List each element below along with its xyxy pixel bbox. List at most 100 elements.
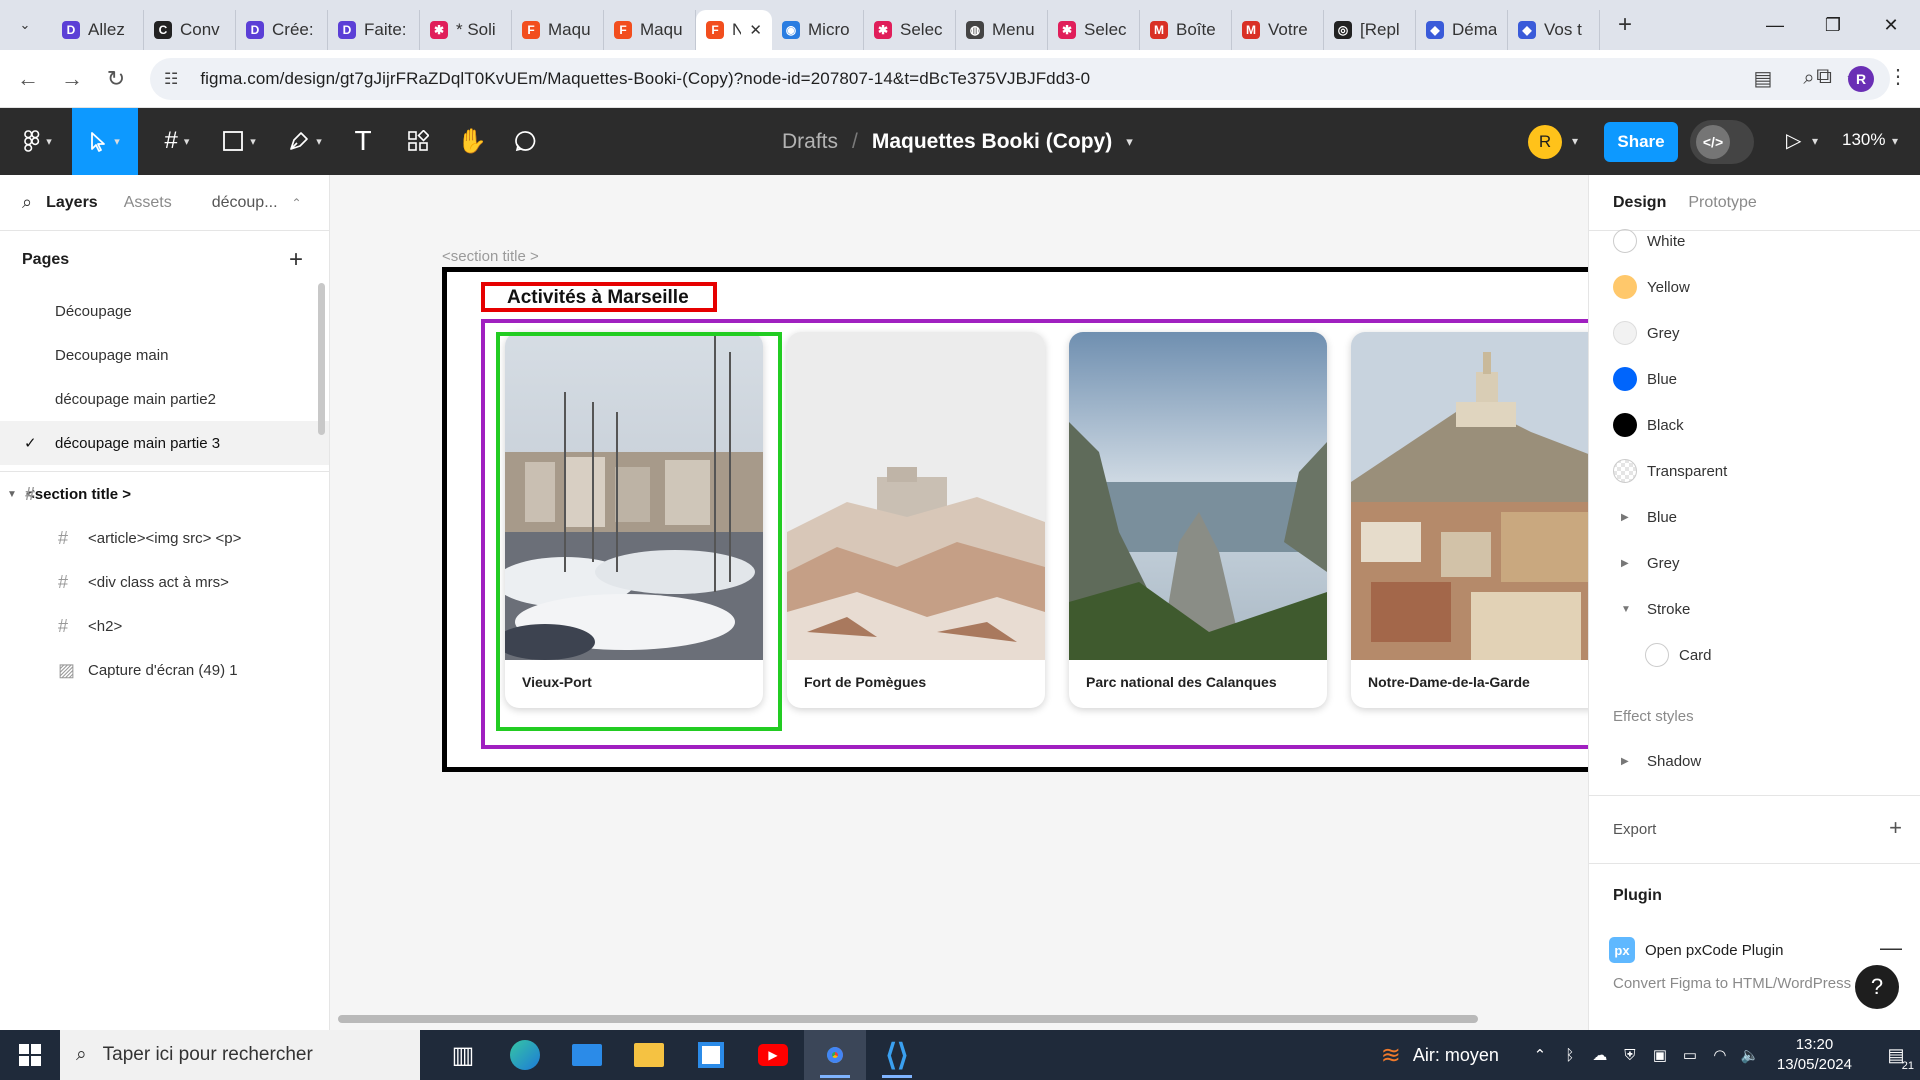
effect-style-shadow[interactable]: ▶ Shadow: [1589, 738, 1920, 784]
profile-avatar[interactable]: R: [1848, 66, 1874, 92]
article-outline[interactable]: [496, 332, 782, 731]
bluetooth-icon[interactable]: ᛒ: [1555, 1047, 1585, 1064]
user-avatar[interactable]: R: [1528, 125, 1562, 159]
breadcrumb-drafts[interactable]: Drafts: [782, 130, 838, 154]
mail-icon[interactable]: [556, 1030, 618, 1080]
tab-assets[interactable]: Assets: [124, 194, 172, 212]
page-item[interactable]: ✓ découpage main partie 3: [0, 421, 329, 465]
color-style-grey[interactable]: Grey: [1589, 310, 1920, 356]
browser-tab[interactable]: F N ✕: [696, 10, 772, 50]
security-shield-icon[interactable]: ⛨: [1615, 1047, 1645, 1064]
browser-tab[interactable]: F Maqu: [604, 10, 696, 50]
color-style-blue[interactable]: Blue: [1589, 356, 1920, 402]
tab-search-dropdown-icon[interactable]: ⌄: [8, 8, 42, 42]
canvas[interactable]: <section title > Activités à Marseille V…: [330, 175, 1588, 1030]
comment-tool-button[interactable]: [508, 120, 544, 162]
back-icon[interactable]: ←: [6, 57, 50, 101]
volume-icon[interactable]: 🔈: [1735, 1046, 1765, 1064]
battery-icon[interactable]: ▭: [1675, 1046, 1705, 1064]
layer-item[interactable]: # <h2>: [0, 604, 329, 648]
color-style-white[interactable]: White: [1589, 218, 1920, 264]
page-item[interactable]: Decoupage main: [0, 333, 329, 377]
tab-layers[interactable]: Layers: [46, 194, 98, 212]
hand-tool-button[interactable]: ✋: [454, 120, 490, 162]
dev-mode-toggle[interactable]: </>: [1690, 120, 1754, 164]
color-style-transparent[interactable]: Transparent: [1589, 448, 1920, 494]
restore-icon[interactable]: ❐: [1804, 0, 1862, 50]
reload-icon[interactable]: ↻: [94, 57, 138, 101]
resources-button[interactable]: [400, 120, 436, 162]
url-field[interactable]: ☷ figma.com/design/gt7gJijrFRaZDqlT0KvUE…: [150, 57, 1890, 100]
h2-outline[interactable]: Activités à Marseille: [481, 282, 717, 312]
page-item[interactable]: découpage main partie2: [0, 377, 329, 421]
style-group-blue[interactable]: ▶ Blue: [1589, 494, 1920, 540]
current-page-name[interactable]: découp...: [212, 194, 278, 212]
layer-item[interactable]: ▼ # <section title >: [0, 472, 329, 516]
device-icon[interactable]: ▣: [1645, 1046, 1675, 1064]
browser-tab[interactable]: M Votre: [1232, 10, 1324, 50]
file-explorer-icon[interactable]: [618, 1030, 680, 1080]
weather-widget[interactable]: ≋ Air: moyen: [1381, 1041, 1499, 1070]
start-button[interactable]: [0, 1030, 60, 1080]
search-icon[interactable]: ⌕: [22, 192, 32, 213]
collapse-triangle-icon[interactable]: ▼: [7, 489, 17, 500]
color-style-card[interactable]: Card: [1589, 632, 1920, 678]
pages-scrollbar[interactable]: [318, 283, 325, 435]
present-chevron-icon[interactable]: ▾: [1812, 134, 1818, 148]
youtube-icon[interactable]: ▶: [742, 1030, 804, 1080]
browser-tab[interactable]: ◉ Micro: [772, 10, 864, 50]
add-export-icon[interactable]: +: [1889, 815, 1902, 841]
text-tool-button[interactable]: T: [346, 120, 380, 162]
pen-tool-button[interactable]: ▾: [282, 120, 328, 162]
minimize-icon[interactable]: —: [1746, 0, 1804, 50]
forward-icon[interactable]: →: [50, 57, 94, 101]
color-style-yellow[interactable]: Yellow: [1589, 264, 1920, 310]
chrome-icon[interactable]: [804, 1030, 866, 1080]
browser-tab[interactable]: M Boîte: [1140, 10, 1232, 50]
help-button[interactable]: ?: [1855, 965, 1899, 1009]
file-menu-chevron-icon[interactable]: ▾: [1126, 134, 1133, 150]
add-page-icon[interactable]: +: [289, 246, 303, 274]
notifications-icon[interactable]: ▤ 21: [1872, 1030, 1920, 1080]
shape-tool-button[interactable]: ▾: [216, 120, 262, 162]
browser-tab[interactable]: ◆ Déma: [1416, 10, 1508, 50]
style-group-grey[interactable]: ▶ Grey: [1589, 540, 1920, 586]
browser-tab[interactable]: ✱ * Soli: [420, 10, 512, 50]
taskbar-search-field[interactable]: ⌕ Taper ici pour rechercher: [60, 1030, 420, 1080]
zoom-level[interactable]: 130%: [1842, 130, 1885, 150]
close-tab-icon[interactable]: ✕: [749, 21, 762, 39]
tab-design[interactable]: Design: [1613, 194, 1666, 212]
browser-tab[interactable]: D Crée:: [236, 10, 328, 50]
browser-tab[interactable]: D Allez: [52, 10, 144, 50]
store-icon[interactable]: [680, 1030, 742, 1080]
cloud-icon[interactable]: ☁: [1585, 1046, 1615, 1064]
move-tool-button[interactable]: ▾: [72, 108, 138, 175]
activity-card[interactable]: Fort de Pomègues: [787, 332, 1045, 708]
browser-tab[interactable]: ◍ Menu: [956, 10, 1048, 50]
share-button[interactable]: Share: [1604, 122, 1678, 162]
browser-tab[interactable]: ✱ Selec: [864, 10, 956, 50]
clipboard-icon[interactable]: ▤: [1750, 66, 1776, 92]
site-settings-icon[interactable]: ☷: [164, 69, 178, 89]
remove-plugin-icon[interactable]: —: [1880, 935, 1902, 961]
browser-menu-icon[interactable]: ⋮: [1888, 64, 1908, 89]
task-view-icon[interactable]: ▥: [432, 1030, 494, 1080]
layer-item[interactable]: ▨ Capture d'écran (49) 1: [0, 648, 329, 692]
figma-menu-icon[interactable]: ▾: [18, 120, 58, 162]
activity-card[interactable]: Parc national des Calanques: [1069, 332, 1327, 708]
page-item[interactable]: Découpage: [0, 289, 329, 333]
clock[interactable]: 13:20 13/05/2024: [1777, 1035, 1852, 1075]
vscode-icon[interactable]: ⟨⟩: [866, 1030, 928, 1080]
color-style-black[interactable]: Black: [1589, 402, 1920, 448]
tab-prototype[interactable]: Prototype: [1688, 194, 1756, 212]
open-plugin-link[interactable]: Open pxCode Plugin: [1645, 942, 1783, 959]
user-menu-chevron-icon[interactable]: ▾: [1572, 134, 1578, 148]
close-window-icon[interactable]: ✕: [1862, 0, 1920, 50]
browser-tab[interactable]: ◆ Vos t: [1508, 10, 1600, 50]
browser-tab[interactable]: ◎ [Repl: [1324, 10, 1416, 50]
section-frame[interactable]: Activités à Marseille Vieux-Port Fort de…: [442, 267, 1588, 772]
new-tab-button[interactable]: +: [1608, 8, 1642, 42]
style-group-stroke[interactable]: ▼ Stroke: [1589, 586, 1920, 632]
activity-card[interactable]: Notre-Dame-de-la-Garde: [1351, 332, 1588, 708]
wifi-icon[interactable]: ◠: [1705, 1046, 1735, 1064]
